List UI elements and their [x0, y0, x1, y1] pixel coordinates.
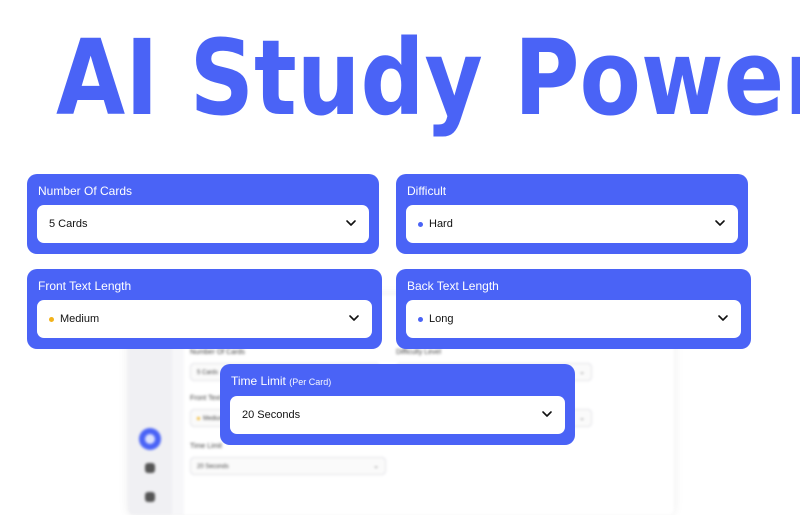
select-value: Long [429, 313, 454, 325]
select-time-limit[interactable]: 20 Seconds [230, 396, 565, 434]
status-dot [418, 316, 423, 322]
bg-label-number-of-cards: Number Of Cards [190, 349, 245, 356]
select-number-of-cards[interactable]: 5 Cards [37, 205, 369, 243]
status-dot [197, 416, 200, 420]
chevron-down-icon: ⌄ [579, 415, 585, 422]
headline-title: AI Study Power [56, 17, 800, 139]
card-time-limit: Time Limit (Per Card) 20 Seconds [220, 364, 575, 445]
card-difficult: Difficult Hard [396, 174, 748, 254]
status-dot [418, 221, 423, 227]
bg-label-time-limit: Time Limit [190, 443, 223, 450]
bg-label-difficulty: Difficulty Level [396, 349, 442, 356]
bg-field-time-limit: 20 Seconds ⌄ [190, 457, 386, 475]
chevron-down-icon [345, 217, 357, 229]
card-label-text: Time Limit [231, 374, 286, 388]
select-front-text-length[interactable]: Medium [37, 300, 372, 338]
card-label: Front Text Length [38, 279, 132, 293]
chevron-down-icon [714, 217, 726, 229]
card-label: Difficult [407, 184, 447, 198]
card-back-text-length: Back Text Length Long [396, 269, 751, 349]
select-value: Hard [429, 218, 453, 230]
chevron-down-icon [717, 312, 729, 324]
bg-label-front-text: Front Text [190, 395, 221, 402]
chevron-down-icon: ⌄ [579, 369, 585, 376]
chevron-down-icon [541, 408, 553, 420]
card-label: Time Limit (Per Card) [231, 374, 331, 389]
chevron-down-icon: ⌄ [373, 463, 379, 470]
card-label: Back Text Length [407, 279, 499, 293]
card-label: Number Of Cards [38, 184, 133, 198]
settings-icon [145, 492, 155, 502]
select-value: 20 Seconds [242, 409, 301, 421]
list-icon [145, 463, 155, 473]
card-number-of-cards: Number Of Cards 5 Cards [27, 174, 379, 254]
chevron-down-icon [348, 312, 360, 324]
card-sublabel: (Per Card) [289, 377, 332, 387]
select-difficult[interactable]: Hard [406, 205, 738, 243]
card-front-text-length: Front Text Length Medium [27, 269, 382, 349]
bg-field-value: 20 Seconds [197, 464, 229, 470]
select-value: 5 Cards [49, 218, 88, 230]
select-value: Medium [60, 313, 100, 325]
bg-field-value: 5 Cards [197, 370, 219, 376]
select-back-text-length[interactable]: Long [406, 300, 741, 338]
home-icon [139, 428, 161, 450]
status-dot [49, 316, 54, 322]
